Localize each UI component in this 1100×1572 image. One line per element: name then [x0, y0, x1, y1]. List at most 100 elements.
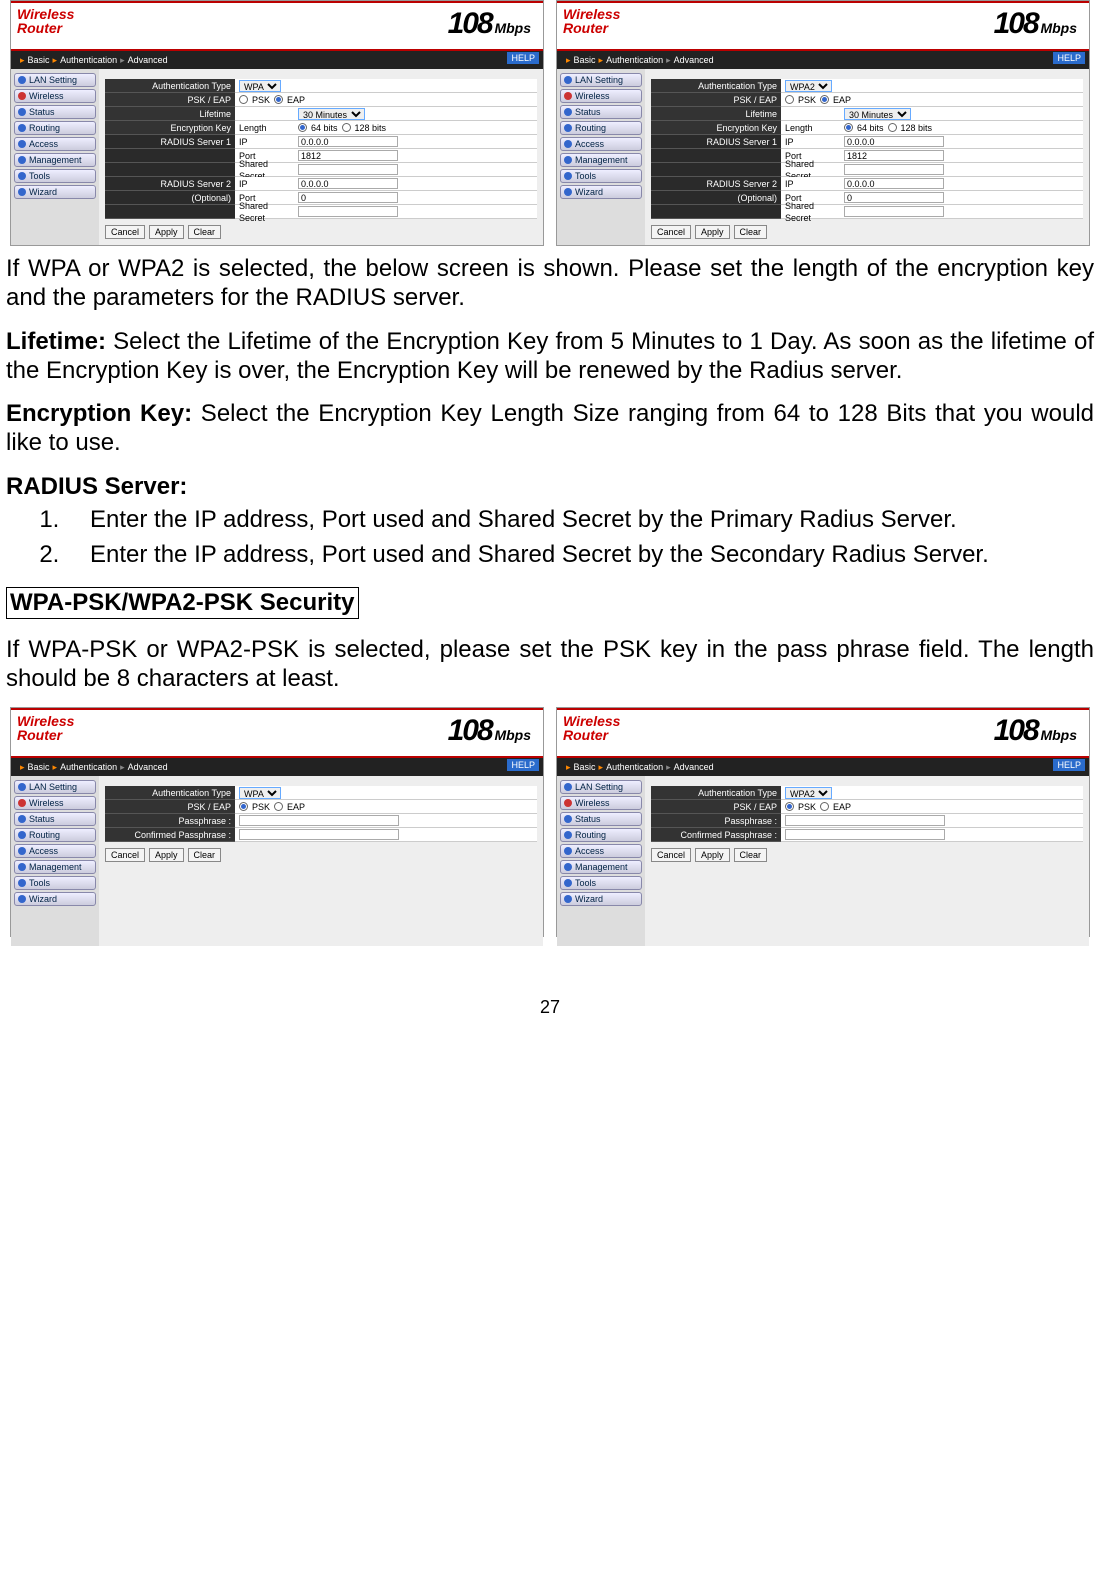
screenshot-wpa2-psk: WirelessRouter 108 Mbps ▸Basic ▸Authenti… — [556, 707, 1090, 937]
sidebar-item-status[interactable]: Status — [560, 105, 642, 119]
screenshot-wpa-psk: WirelessRouter 108 Mbps ▸Basic ▸Authenti… — [10, 707, 544, 937]
cancel-button[interactable]: Cancel — [651, 848, 691, 862]
auth-type-select[interactable]: WPA2 — [785, 787, 832, 799]
radio-128[interactable] — [888, 123, 897, 132]
label-passphrase: Passphrase : — [105, 814, 235, 828]
sidebar-item-wireless[interactable]: Wireless — [14, 89, 96, 103]
sidebar-item-tools[interactable]: Tools — [560, 876, 642, 890]
sidebar-item-status[interactable]: Status — [560, 812, 642, 826]
label-enc-key: Encryption Key — [105, 121, 235, 135]
sidebar-item-lan[interactable]: LAN Setting — [560, 73, 642, 87]
sidebar-item-access[interactable]: Access — [560, 137, 642, 151]
sidebar-item-wizard[interactable]: Wizard — [560, 185, 642, 199]
apply-button[interactable]: Apply — [149, 848, 184, 862]
help-button[interactable]: HELP — [507, 52, 539, 64]
radio-128[interactable] — [342, 123, 351, 132]
sidebar-item-wizard[interactable]: Wizard — [560, 892, 642, 906]
radius1-port[interactable] — [844, 150, 944, 161]
cancel-button[interactable]: Cancel — [105, 848, 145, 862]
list-item-1: Enter the IP address, Port used and Shar… — [66, 505, 1094, 534]
radio-eap[interactable] — [274, 95, 283, 104]
radio-psk[interactable] — [785, 95, 794, 104]
radio-psk[interactable] — [785, 802, 794, 811]
sidebar-item-routing[interactable]: Routing — [14, 828, 96, 842]
label-auth-type: Authentication Type — [105, 79, 235, 93]
help-button[interactable]: HELP — [507, 759, 539, 771]
clear-button[interactable]: Clear — [188, 225, 222, 239]
lifetime-select[interactable]: 30 Minutes — [298, 108, 365, 120]
radius2-ip[interactable] — [298, 178, 398, 189]
apply-button[interactable]: Apply — [695, 225, 730, 239]
sidebar-item-routing[interactable]: Routing — [560, 828, 642, 842]
sidebar-item-tools[interactable]: Tools — [14, 876, 96, 890]
passphrase-input[interactable] — [785, 815, 945, 826]
auth-type-select[interactable]: WPA — [239, 787, 281, 799]
radius2-port[interactable] — [298, 192, 398, 203]
radio-eap[interactable] — [820, 95, 829, 104]
radius1-secret[interactable] — [298, 164, 398, 175]
logo-text: WirelessRouter — [17, 7, 74, 35]
radio-64[interactable] — [844, 123, 853, 132]
help-button[interactable]: HELP — [1053, 759, 1085, 771]
label-radius2: RADIUS Server 2 — [105, 177, 235, 191]
help-button[interactable]: HELP — [1053, 52, 1085, 64]
radius1-ip[interactable] — [844, 136, 944, 147]
lifetime-select[interactable]: 30 Minutes — [844, 108, 911, 120]
radius1-secret[interactable] — [844, 164, 944, 175]
sidebar-item-wireless[interactable]: Wireless — [560, 796, 642, 810]
settings-panel: Authentication TypeWPA PSK / EAPPSK EAP … — [99, 69, 543, 245]
radio-eap[interactable] — [274, 802, 283, 811]
apply-button[interactable]: Apply — [149, 225, 184, 239]
cancel-button[interactable]: Cancel — [651, 225, 691, 239]
radio-psk[interactable] — [239, 95, 248, 104]
sidebar-item-management[interactable]: Management — [560, 153, 642, 167]
sidebar-item-status[interactable]: Status — [14, 812, 96, 826]
sidebar: LAN Setting Wireless Status Routing Acce… — [11, 69, 99, 245]
sidebar-item-management[interactable]: Management — [14, 153, 96, 167]
sidebar-item-lan[interactable]: LAN Setting — [14, 780, 96, 794]
radius2-secret[interactable] — [844, 206, 944, 217]
passphrase-input[interactable] — [239, 815, 399, 826]
clear-button[interactable]: Clear — [734, 225, 768, 239]
sidebar-item-management[interactable]: Management — [14, 860, 96, 874]
sidebar-item-routing[interactable]: Routing — [14, 121, 96, 135]
sidebar-item-wireless[interactable]: Wireless — [560, 89, 642, 103]
cancel-button[interactable]: Cancel — [105, 225, 145, 239]
auth-type-select[interactable]: WPA — [239, 80, 281, 92]
radius2-secret[interactable] — [298, 206, 398, 217]
sidebar-item-management[interactable]: Management — [560, 860, 642, 874]
radio-64[interactable] — [298, 123, 307, 132]
screenshot-wpa-eap: WirelessRouter 108 Mbps ▸Basic ▸Authenti… — [10, 0, 544, 246]
list-item-2: Enter the IP address, Port used and Shar… — [66, 540, 1094, 569]
sidebar-item-wizard[interactable]: Wizard — [14, 892, 96, 906]
radius1-port[interactable] — [298, 150, 398, 161]
radio-psk[interactable] — [239, 802, 248, 811]
sidebar-item-wizard[interactable]: Wizard — [14, 185, 96, 199]
sidebar-item-tools[interactable]: Tools — [14, 169, 96, 183]
screenshot-row-eap: WirelessRouter 108 Mbps ▸Basic ▸Authenti… — [0, 0, 1100, 246]
screenshot-wpa2-eap: WirelessRouter 108 Mbps ▸Basic ▸Authenti… — [556, 0, 1090, 246]
label-psk-eap: PSK / EAP — [105, 93, 235, 107]
sidebar-item-lan[interactable]: LAN Setting — [14, 73, 96, 87]
heading-psk: WPA-PSK/WPA2-PSK Security — [6, 587, 359, 618]
radio-eap[interactable] — [820, 802, 829, 811]
auth-type-select[interactable]: WPA2 — [785, 80, 832, 92]
sidebar-item-tools[interactable]: Tools — [560, 169, 642, 183]
page-number: 27 — [0, 997, 1100, 1018]
sidebar-item-status[interactable]: Status — [14, 105, 96, 119]
sidebar-item-lan[interactable]: LAN Setting — [560, 780, 642, 794]
clear-button[interactable]: Clear — [734, 848, 768, 862]
confirm-passphrase-input[interactable] — [785, 829, 945, 840]
radius2-port[interactable] — [844, 192, 944, 203]
sidebar-item-access[interactable]: Access — [14, 844, 96, 858]
radius2-ip[interactable] — [844, 178, 944, 189]
clear-button[interactable]: Clear — [188, 848, 222, 862]
apply-button[interactable]: Apply — [695, 848, 730, 862]
radius1-ip[interactable] — [298, 136, 398, 147]
breadcrumb: ▸Basic ▸Authentication ▸Advanced HELP — [11, 51, 543, 69]
sidebar-item-routing[interactable]: Routing — [560, 121, 642, 135]
confirm-passphrase-input[interactable] — [239, 829, 399, 840]
sidebar-item-wireless[interactable]: Wireless — [14, 796, 96, 810]
sidebar-item-access[interactable]: Access — [560, 844, 642, 858]
sidebar-item-access[interactable]: Access — [14, 137, 96, 151]
